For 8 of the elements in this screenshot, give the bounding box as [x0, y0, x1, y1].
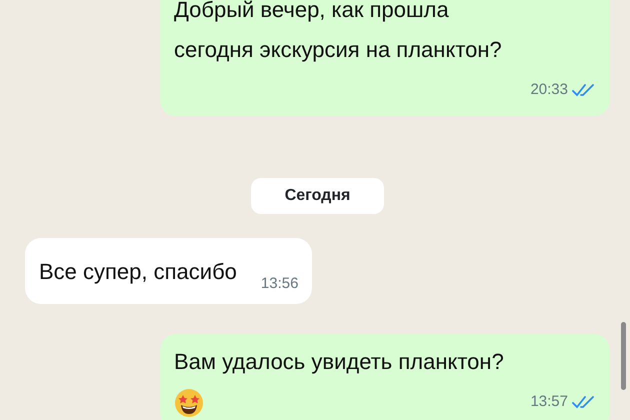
message-text: Добрый вечер, как прошла сегодня экскурсия на планктон?	[174, 0, 503, 64]
scrollbar[interactable]	[621, 322, 626, 390]
date-label: Сегодня	[250, 178, 384, 214]
message-time: 13:56	[260, 274, 298, 294]
message-text: Все супер, спасибо	[39, 258, 237, 286]
message-time: 13:57	[530, 392, 568, 412]
message-text: Вам удалось увидеть планктон?	[174, 348, 505, 376]
message-time: 20:33	[530, 80, 568, 100]
